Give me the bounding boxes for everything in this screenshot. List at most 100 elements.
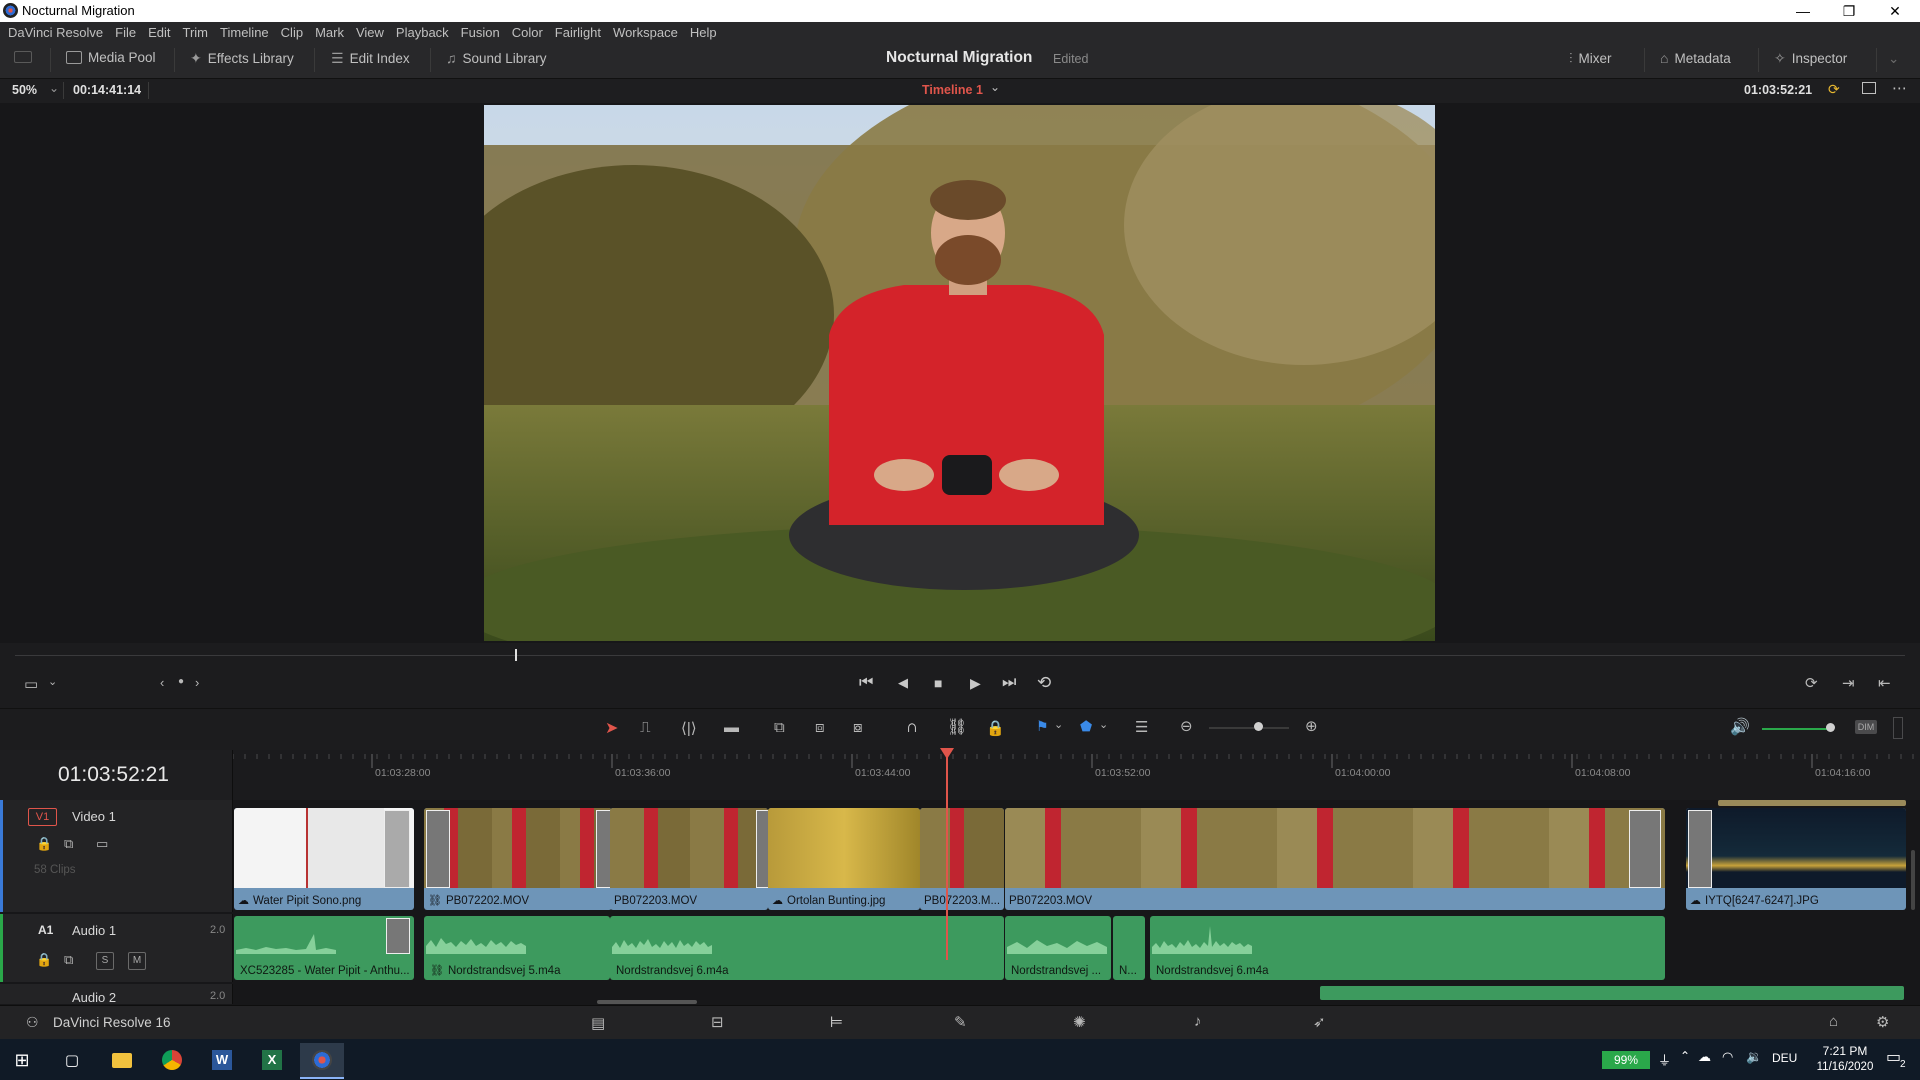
notifications-icon[interactable]: ▭ bbox=[1886, 1047, 1901, 1067]
edit-page-tab[interactable]: ⊨ bbox=[782, 1006, 900, 1042]
media-pool-button[interactable]: Media Pool bbox=[66, 50, 156, 65]
timeline-dropdown-icon[interactable]: ⌄ bbox=[990, 80, 1000, 94]
selection-tool-icon[interactable]: ➤ bbox=[605, 718, 618, 738]
scrub-bar[interactable] bbox=[0, 643, 1920, 673]
replace-clip-icon[interactable]: ⧇ bbox=[853, 719, 863, 736]
overwrite-clip-icon[interactable]: ⧈ bbox=[815, 719, 825, 736]
go-to-end-icon[interactable]: ⏭ bbox=[1002, 674, 1016, 692]
marker-dropdown-icon[interactable]: ⌄ bbox=[1099, 718, 1108, 731]
menu-trim[interactable]: Trim bbox=[183, 25, 209, 40]
menu-color[interactable]: Color bbox=[512, 25, 543, 40]
inspector-button[interactable]: ✧ Inspector bbox=[1774, 50, 1847, 67]
timeline-zoom-slider-handle[interactable] bbox=[1254, 722, 1263, 731]
collapse-panel-icon[interactable]: ⌄ bbox=[1888, 51, 1899, 67]
trim-tool-icon[interactable]: ⎍ bbox=[640, 719, 651, 736]
menu-fusion[interactable]: Fusion bbox=[461, 25, 500, 40]
monitor-icon[interactable] bbox=[14, 51, 32, 63]
audio-clip[interactable]: ⛓ Nordstrandsvej 5.m4a bbox=[424, 916, 610, 980]
video-clip[interactable]: PB072203.MOV bbox=[1005, 808, 1665, 910]
track-lock-icon[interactable]: 🔒 bbox=[36, 836, 52, 852]
menu-fairlight[interactable]: Fairlight bbox=[555, 25, 601, 40]
nav-dot-icon[interactable]: ● bbox=[178, 676, 184, 687]
loop-icon[interactable]: ⟲ bbox=[1037, 673, 1051, 693]
video-clip[interactable]: ☁ Water Pipit Sono.png bbox=[234, 808, 414, 910]
onedrive-icon[interactable]: ☁ bbox=[1698, 1049, 1711, 1065]
audio-track-2-name[interactable]: Audio 2 bbox=[72, 990, 116, 1004]
zoom-out-icon[interactable]: ⊖ bbox=[1180, 717, 1193, 735]
video-clip[interactable]: PB072203.M... bbox=[920, 808, 1004, 910]
menu-mark[interactable]: Mark bbox=[315, 25, 344, 40]
menu-clip[interactable]: Clip bbox=[281, 25, 303, 40]
metadata-button[interactable]: ⌂ Metadata bbox=[1660, 50, 1731, 66]
prev-edit-icon[interactable]: ⇤ bbox=[1878, 674, 1891, 692]
task-view-icon[interactable]: ▢ bbox=[50, 1043, 94, 1077]
menu-davinci-resolve[interactable]: DaVinci Resolve bbox=[8, 25, 103, 40]
deliver-page-icon[interactable]: ➶ bbox=[1313, 1013, 1326, 1031]
flag-icon[interactable]: ⚑ bbox=[1036, 718, 1049, 735]
settings-gear-icon[interactable]: ⚙ bbox=[1876, 1013, 1889, 1031]
menu-help[interactable]: Help bbox=[690, 25, 717, 40]
edit-index-button[interactable]: ☰ Edit Index bbox=[331, 50, 410, 67]
home-icon[interactable]: ⌂ bbox=[1829, 1013, 1838, 1030]
restore-button[interactable]: ❐ bbox=[1826, 0, 1872, 22]
minimize-button[interactable]: — bbox=[1780, 0, 1826, 22]
disable-track-icon[interactable]: ▭ bbox=[96, 836, 108, 852]
audio-clip[interactable]: Nordstrandsvej ... bbox=[1005, 916, 1111, 980]
excel-icon[interactable]: X bbox=[250, 1043, 294, 1077]
video-clip[interactable]: ⛓ PB072202.MOV bbox=[424, 808, 612, 910]
menu-timeline[interactable]: Timeline bbox=[220, 25, 269, 40]
tray-expand-icon[interactable]: ⌃ bbox=[1680, 1049, 1690, 1063]
menu-workspace[interactable]: Workspace bbox=[613, 25, 678, 40]
sound-library-button[interactable]: ♫ Sound Library bbox=[446, 50, 547, 66]
audio-clip[interactable]: Nordstrandsvej 6.m4a bbox=[1150, 916, 1665, 980]
go-to-start-icon[interactable]: ⏮ bbox=[859, 674, 873, 692]
next-edit-icon[interactable]: ⇥ bbox=[1842, 674, 1855, 692]
more-options-icon[interactable]: ⋯ bbox=[1892, 79, 1907, 97]
menu-playback[interactable]: Playback bbox=[396, 25, 449, 40]
timeline-vertical-scrollbar[interactable] bbox=[1911, 850, 1915, 910]
stop-icon[interactable]: ■ bbox=[934, 675, 942, 691]
fairlight-page-icon[interactable]: ♪ bbox=[1194, 1013, 1202, 1030]
audio-track-name[interactable]: Audio 1 bbox=[72, 923, 116, 938]
auto-track-select-icon[interactable]: ⧉ bbox=[64, 836, 73, 852]
blade-tool-icon[interactable]: ▬ bbox=[724, 719, 739, 736]
timeline-horizontal-scrollbar[interactable] bbox=[597, 1000, 697, 1004]
chrome-icon[interactable] bbox=[150, 1043, 194, 1077]
marker-icon[interactable]: ⬟ bbox=[1080, 718, 1092, 735]
speaker-icon[interactable]: 🔉 bbox=[1746, 1049, 1762, 1065]
play-icon[interactable]: ▶ bbox=[970, 675, 981, 692]
solo-button[interactable]: S bbox=[96, 952, 114, 970]
zoom-dropdown-icon[interactable]: ⌄ bbox=[49, 81, 59, 95]
snapping-icon[interactable]: ∩ bbox=[906, 717, 918, 737]
effects-library-button[interactable]: ✦ Effects Library bbox=[190, 50, 294, 67]
clock-time[interactable]: 7:21 PM bbox=[1816, 1044, 1874, 1058]
viewer-mode-dropdown-icon[interactable]: ⌄ bbox=[48, 675, 57, 688]
menu-view[interactable]: View bbox=[356, 25, 384, 40]
media-page-icon[interactable]: ▤ bbox=[591, 1014, 605, 1032]
timeline-name[interactable]: Timeline 1 bbox=[922, 83, 983, 97]
prev-nav-icon[interactable]: ‹ bbox=[160, 675, 164, 690]
menu-edit[interactable]: Edit bbox=[148, 25, 170, 40]
reverse-play-icon[interactable]: ◀ bbox=[898, 675, 908, 691]
timeline-view-options-icon[interactable]: ☰ bbox=[1135, 718, 1148, 736]
mute-button[interactable]: M bbox=[128, 952, 146, 970]
scrub-playhead[interactable] bbox=[515, 649, 517, 661]
dual-viewer-icon[interactable] bbox=[1862, 82, 1876, 94]
video-track-name[interactable]: Video 1 bbox=[72, 809, 116, 824]
file-explorer-icon[interactable] bbox=[100, 1043, 144, 1077]
color-page-icon[interactable]: ✺ bbox=[1073, 1013, 1086, 1031]
audio-clip[interactable]: N... bbox=[1113, 916, 1145, 980]
cut-page-icon[interactable]: ⊟ bbox=[711, 1013, 724, 1031]
word-icon[interactable]: W bbox=[200, 1043, 244, 1077]
timeline-playhead[interactable] bbox=[945, 750, 948, 960]
input-language[interactable]: DEU bbox=[1772, 1051, 1797, 1065]
power-plug-icon[interactable]: ⏚ bbox=[1658, 1050, 1671, 1069]
volume-slider-handle[interactable] bbox=[1826, 723, 1835, 732]
menu-file[interactable]: File bbox=[115, 25, 136, 40]
volume-slider[interactable] bbox=[1762, 728, 1832, 730]
sync-icon[interactable]: ⟳ bbox=[1828, 81, 1840, 98]
playhead-handle[interactable] bbox=[939, 748, 954, 759]
clock-date[interactable]: 11/16/2020 bbox=[1810, 1061, 1880, 1073]
battery-indicator[interactable]: 99% bbox=[1602, 1051, 1650, 1069]
timeline-zoom-slider[interactable] bbox=[1209, 727, 1289, 729]
